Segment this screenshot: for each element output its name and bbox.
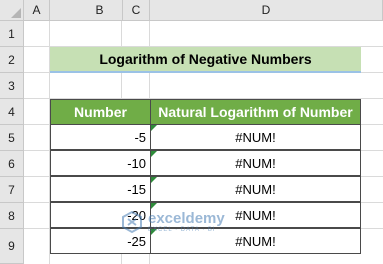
result-cell[interactable]: #NUM! [150,176,361,202]
number-cell[interactable]: -20 [50,202,151,228]
error-indicator-icon[interactable] [151,177,157,183]
row-header-8[interactable]: 8 [0,203,24,229]
result-cell[interactable]: #NUM! [150,228,361,254]
number-cell[interactable]: -25 [50,228,151,254]
select-all-corner[interactable] [0,0,24,21]
result-value: #NUM! [235,129,276,145]
row-header-1[interactable]: 1 [0,21,24,47]
number-cell[interactable]: -15 [50,176,151,202]
result-cell[interactable]: #NUM! [150,202,361,228]
row-header-3[interactable]: 3 [0,73,24,99]
select-all-triangle-icon [11,8,21,18]
header-natural-log[interactable]: Natural Logarithm of Number [150,99,361,125]
row-header-5[interactable]: 5 [0,125,24,151]
result-value: #NUM! [235,155,276,171]
error-indicator-icon[interactable] [151,229,157,235]
error-indicator-icon[interactable] [151,203,157,209]
header-number[interactable]: Number [50,99,151,125]
number-cell[interactable]: -10 [50,150,151,176]
error-indicator-icon[interactable] [151,151,157,157]
row-header-7[interactable]: 7 [0,177,24,203]
result-value: #NUM! [235,207,276,223]
error-indicator-icon[interactable] [151,125,157,131]
result-value: #NUM! [235,233,276,249]
row-header-6[interactable]: 6 [0,151,24,177]
spreadsheet-grid: A B C D 1 2 3 4 5 6 7 8 9 Logarithm of N… [0,0,383,264]
column-header-a[interactable]: A [24,0,50,21]
result-value: #NUM! [235,181,276,197]
row-header-4[interactable]: 4 [0,99,24,125]
row-header-2[interactable]: 2 [0,47,24,73]
column-header-c[interactable]: C [122,0,150,21]
number-cell[interactable]: -5 [50,124,151,150]
result-cell[interactable]: #NUM! [150,150,361,176]
sheet-title-cell[interactable]: Logarithm of Negative Numbers [50,47,361,73]
result-cell[interactable]: #NUM! [150,124,361,150]
row-header-9[interactable]: 9 [0,229,24,264]
column-header-d[interactable]: D [150,0,383,21]
